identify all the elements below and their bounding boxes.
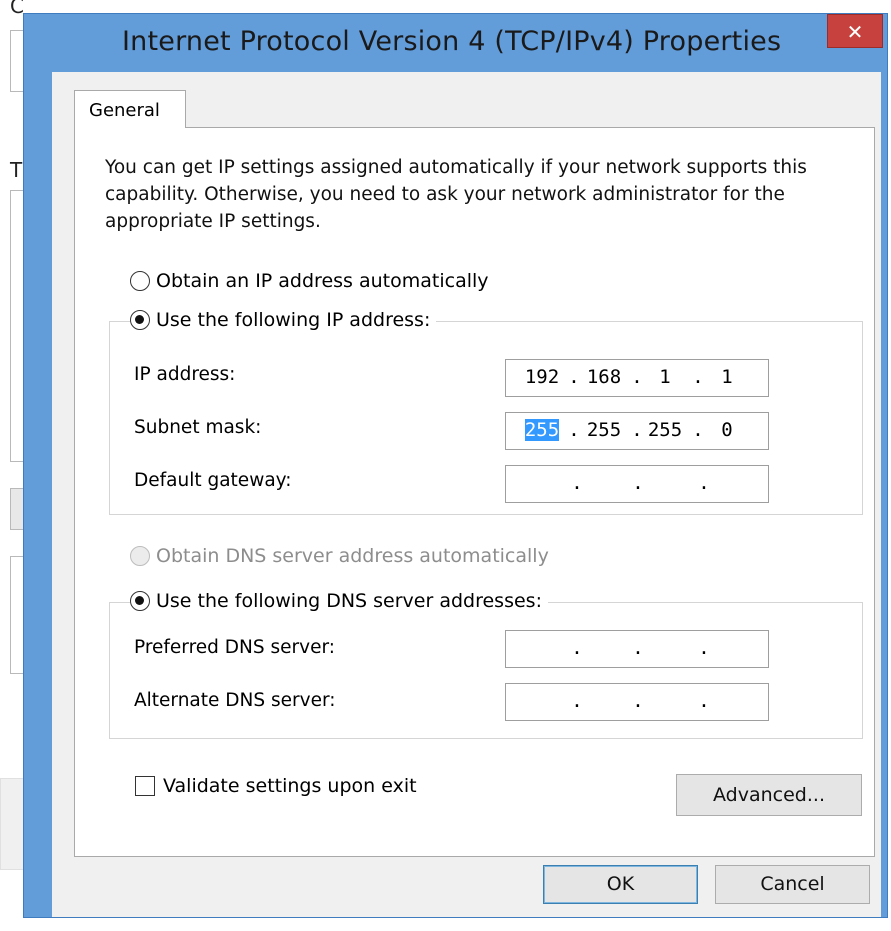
dialog-client-area: General You can get IP settings assigned… <box>52 72 881 859</box>
radio-button-checked[interactable] <box>130 310 150 330</box>
octet: 168 <box>586 366 622 388</box>
use-following-ip-label: Use the following IP address: <box>156 309 431 331</box>
default-gateway-input[interactable]: . . . <box>505 465 769 503</box>
radio-button[interactable] <box>130 271 150 291</box>
octet: 1 <box>721 366 733 388</box>
obtain-ip-auto-label: Obtain an IP address automatically <box>156 270 489 292</box>
use-following-dns-radio[interactable]: Use the following DNS server addresses: <box>130 590 548 612</box>
close-button[interactable]: ✕ <box>827 14 883 48</box>
tab-general[interactable]: General <box>74 90 186 128</box>
use-following-ip-radio[interactable]: Use the following IP address: <box>130 309 437 331</box>
preferred-dns-input[interactable]: . . . <box>505 630 769 668</box>
octet-separator: . <box>698 637 710 659</box>
ipv4-properties-dialog: Internet Protocol Version 4 (TCP/IPv4) P… <box>24 14 887 917</box>
octet-separator: . <box>571 637 583 659</box>
octet-separator: . <box>571 690 583 712</box>
octet-separator: . <box>698 690 710 712</box>
octet-separator: . <box>698 472 710 494</box>
subnet-mask-label: Subnet mask: <box>134 417 262 438</box>
octet: 255 <box>586 419 622 441</box>
octet-separator: . <box>632 637 644 659</box>
background-text: C <box>10 0 24 18</box>
radio-button-disabled[interactable] <box>130 546 150 566</box>
obtain-dns-auto-label: Obtain DNS server address automatically <box>156 545 549 567</box>
general-tab-panel: You can get IP settings assigned automat… <box>74 127 875 857</box>
dialog-footer: OK Cancel <box>52 859 881 917</box>
use-following-dns-label: Use the following DNS server addresses: <box>156 590 542 612</box>
cancel-button[interactable]: Cancel <box>715 865 870 904</box>
checkbox[interactable] <box>135 776 155 796</box>
advanced-button[interactable]: Advanced... <box>676 774 862 816</box>
title-bar[interactable]: Internet Protocol Version 4 (TCP/IPv4) P… <box>24 14 887 72</box>
close-icon: ✕ <box>846 20 864 44</box>
obtain-dns-auto-radio[interactable]: Obtain DNS server address automatically <box>130 545 549 567</box>
octet-selected: 255 <box>520 419 564 441</box>
octet-separator: . <box>632 472 644 494</box>
octet-separator: . <box>632 690 644 712</box>
ok-button[interactable]: OK <box>543 865 698 904</box>
octet: 192 <box>524 366 560 388</box>
description-text: You can get IP settings assigned automat… <box>105 157 807 232</box>
default-gateway-label: Default gateway: <box>134 470 292 491</box>
radio-button-checked[interactable] <box>130 591 150 611</box>
validate-settings-checkbox[interactable]: Validate settings upon exit <box>135 775 417 797</box>
validate-settings-label: Validate settings upon exit <box>163 775 417 797</box>
octet: 1 <box>659 366 671 388</box>
ip-address-label: IP address: <box>134 364 236 385</box>
obtain-ip-auto-radio[interactable]: Obtain an IP address automatically <box>130 270 489 292</box>
octet: 0 <box>721 419 733 441</box>
background-text: T <box>10 158 23 182</box>
alternate-dns-input[interactable]: . . . <box>505 683 769 721</box>
subnet-mask-input[interactable]: 255 . 255 . 255 . 0 <box>505 412 769 450</box>
selected-text: 255 <box>524 419 560 441</box>
window-title: Internet Protocol Version 4 (TCP/IPv4) P… <box>122 26 782 57</box>
octet: 255 <box>647 419 683 441</box>
ip-address-input[interactable]: 192 . 168 . 1 . 1 <box>505 359 769 397</box>
alternate-dns-label: Alternate DNS server: <box>134 690 336 711</box>
preferred-dns-label: Preferred DNS server: <box>134 637 335 658</box>
octet-separator: . <box>571 472 583 494</box>
